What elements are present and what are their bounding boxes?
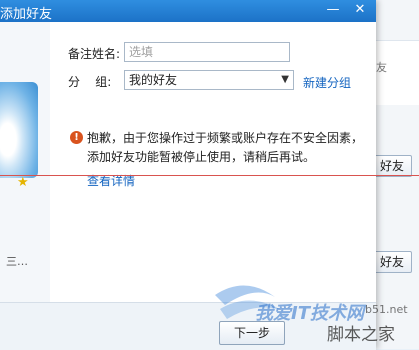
watermark-brand: 脚本之家	[327, 325, 395, 345]
close-button[interactable]: ✕	[352, 2, 368, 18]
dialog-titlebar[interactable]: 添加好友 — ✕	[0, 0, 376, 22]
avatar	[0, 82, 38, 178]
background-add-friend-button[interactable]: 好友	[372, 155, 412, 177]
watermark-site: b51.net	[365, 303, 408, 316]
background-card-text: 友	[376, 61, 387, 74]
red-divider-line	[0, 175, 419, 176]
new-group-link[interactable]: 新建分组	[303, 74, 351, 91]
remark-input[interactable]	[124, 42, 290, 62]
group-label: 分 组:	[68, 75, 112, 89]
group-select-value: 我的好友	[129, 73, 178, 87]
warning-icon: !	[70, 131, 83, 144]
watermark: 我爱IT技术网 b51.net 脚本之家	[205, 265, 408, 345]
group-select[interactable]: 我的好友 ▼	[124, 70, 294, 90]
chevron-down-icon: ▼	[281, 74, 289, 85]
star-icon: ★	[17, 175, 29, 190]
remark-label: 备注姓名:	[68, 47, 121, 61]
contact-name: 三…	[6, 255, 28, 268]
warning-message: 抱歉，由于您操作过于频繁或账户存在不安全因素，添加好友功能暂被停止使用，请稍后再…	[87, 131, 364, 164]
background-card: 友	[372, 40, 419, 105]
minimize-button[interactable]: —	[325, 2, 341, 18]
contact-preview-pane: ★ 三…	[0, 22, 50, 302]
dialog-title: 添加好友	[0, 7, 53, 22]
